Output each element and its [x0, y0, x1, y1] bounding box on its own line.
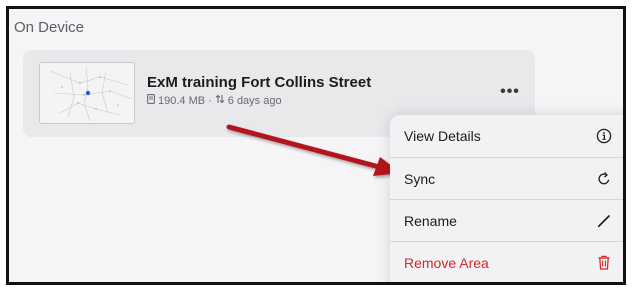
menu-item-label: Remove Area — [404, 254, 489, 271]
context-menu: View Details Sync Rename Remove Area — [390, 115, 623, 282]
pencil-icon — [595, 212, 613, 230]
info-icon — [595, 127, 613, 145]
menu-item-view-details[interactable]: View Details — [390, 115, 623, 157]
area-meta: 190.4 MB · 6 days ago — [147, 94, 282, 107]
trash-icon — [595, 254, 613, 272]
section-title: On Device — [14, 19, 85, 36]
meta-separator: · — [208, 94, 212, 107]
sync-arrows-icon — [215, 94, 225, 107]
menu-item-label: Sync — [404, 170, 436, 187]
area-size: 190.4 MB — [158, 94, 206, 107]
sync-icon — [595, 170, 613, 188]
last-sync-time: 6 days ago — [227, 94, 282, 107]
more-options-button[interactable]: ••• — [496, 82, 524, 102]
area-title: ExM training Fort Collins Street — [147, 74, 372, 91]
menu-item-sync[interactable]: Sync — [390, 157, 623, 199]
map-thumbnail — [39, 62, 135, 124]
menu-item-rename[interactable]: Rename — [390, 199, 623, 241]
menu-item-label: View Details — [404, 128, 481, 144]
menu-item-remove-area[interactable]: Remove Area — [390, 241, 623, 282]
offline-areas-panel: On Device ExM training Fort Collins Stre… — [6, 6, 626, 285]
menu-item-label: Rename — [404, 212, 457, 229]
storage-icon — [147, 94, 155, 107]
